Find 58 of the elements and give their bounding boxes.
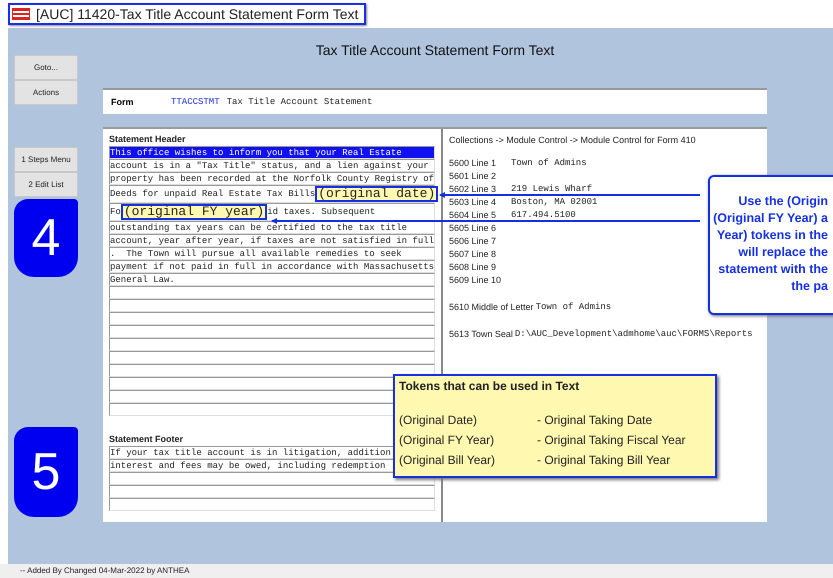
section-label: Statement Header — [109, 134, 186, 146]
token-callout: (original date) — [315, 186, 438, 202]
token-name: (Original Date) — [399, 413, 478, 429]
form-name: Tax Title Account Statement — [226, 97, 372, 107]
form-label: Form — [111, 97, 134, 107]
token-callout: (original FY year) — [120, 204, 268, 220]
line-text: This office wishes to inform you that your Real Estate — [110, 148, 402, 158]
setting-value: D:\AUC_Development\admhome\auc\FORMS\Reports — [514, 328, 753, 338]
form-code[interactable]: TTACCSTMT — [171, 97, 220, 107]
callout-text: (Original FY Year) a — [712, 210, 829, 227]
setting-label: 5606 Line 7 — [449, 236, 498, 246]
setting-label: 5610 Middle of Letter — [449, 302, 534, 312]
line-text: General Law. — [110, 274, 175, 284]
nav-button[interactable]: Actions — [14, 80, 78, 105]
setting-label: 5608 Line 9 — [449, 262, 498, 272]
setting-value: 219 Lewis Wharf — [511, 184, 592, 194]
line-text: interest and fees may be owed, including redemption — [110, 460, 386, 470]
setting-value: Town of Admins — [511, 158, 587, 168]
callout-text: statement with the — [717, 261, 829, 278]
breadcrumb-text: Collections -> Module Control -> Module Control for Form 410 — [449, 135, 697, 147]
line-text: If your tax title account is in litigation, addition — [110, 448, 391, 458]
line-text: outstanding tax years can be certified to the tax title — [110, 222, 408, 232]
step-button[interactable]: 2 Edit List — [14, 172, 78, 197]
token-meaning: - Original Taking Date — [537, 413, 652, 429]
setting-label: 5601 Line 2 — [449, 170, 498, 180]
page-heading: Tax Title Account Statement Form Text — [314, 42, 556, 60]
line-text: . The Town will pursue all available remedies to seek — [110, 248, 402, 258]
step-badge: 5 — [14, 427, 78, 517]
callout-text: Use the (Origin — [737, 193, 829, 210]
app-icon — [12, 8, 30, 20]
setting-label: 5613 Town Seal — [449, 328, 513, 338]
nav-button[interactable]: Goto... — [14, 55, 78, 80]
setting-value: 617.494.5100 — [511, 210, 576, 220]
section-label: Statement Footer — [109, 434, 184, 446]
setting-label: 5603 Line 4 — [449, 196, 498, 206]
setting-label: 5604 Line 5 — [449, 210, 498, 220]
setting-label: 5600 Line 1 — [449, 158, 498, 168]
callout-text: the pa — [790, 278, 829, 295]
step-button[interactable]: 1 Steps Menu — [14, 147, 78, 172]
token-meaning: - Original Taking Fiscal Year — [537, 433, 686, 449]
step-badge: 4 — [14, 199, 78, 277]
note-title: Tokens that can be used in Text — [399, 379, 580, 393]
token-meaning: - Original Taking Bill Year — [537, 453, 670, 469]
line-text: id taxes. Subsequent — [267, 207, 376, 217]
setting-value: Town of Admins — [536, 302, 612, 312]
window-title: [AUC] 11420-Tax Title Account Statement Form Text — [36, 6, 358, 22]
callout-text: Year) tokens in the — [716, 227, 829, 244]
setting-value: Boston, MA 02001 — [511, 196, 598, 206]
status-bar: -- Added By Changed 04-Mar-2022 by ANTHEA — [0, 564, 833, 578]
line-text: account is in a "Tax Title" status, and a lien against your — [110, 160, 429, 170]
line-text: Fo — [110, 207, 121, 217]
setting-label: 5607 Line 8 — [449, 248, 498, 258]
token-name: (Original FY Year) — [399, 433, 496, 449]
setting-label: 5602 Line 3 — [449, 184, 498, 194]
setting-label: 5609 Line 10 — [449, 274, 502, 284]
callout-text: will replace the — [737, 244, 829, 261]
setting-label: 5605 Line 6 — [449, 222, 498, 232]
line-text: Deeds for unpaid Real Estate Tax Bills — [110, 189, 316, 199]
